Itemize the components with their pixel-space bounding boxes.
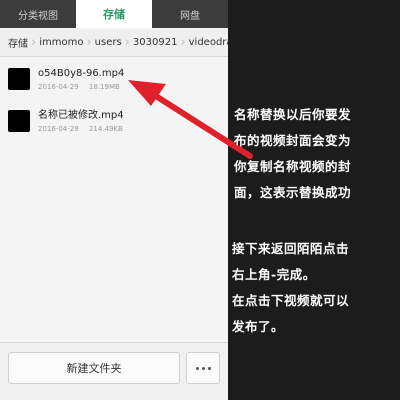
instruction-paragraph-2: 接下来返回陌陌点击 右上角-完成。 在点击下视频就可以 发布了。 [232,236,398,340]
file-size: 18.19MB [88,82,120,91]
tab-storage[interactable]: 存储 [76,0,152,28]
file-row[interactable]: o54B0y8-96.mp4 2016-04-29 18.19MB [0,58,228,100]
breadcrumb-label: 存储 [8,39,28,50]
instruction-paragraph-1: 名称替换以后你要发 布的视频封面会变为 你复制名称视频的封 面，这表示替换成功 [234,102,398,206]
instruction-line: 接下来返回陌陌点击 [232,241,350,256]
file-name: o54B0y8-96.mp4 [38,67,125,79]
instruction-line: 右上角-完成。 [232,267,316,282]
chevron-right-icon: › [124,35,130,50]
tab-bar: 分类视图 存储 网盘 [0,0,228,28]
more-dots-icon [207,366,211,370]
chevron-right-icon: › [86,35,92,50]
bottom-action-bar: 新建文件夹 [0,342,228,400]
file-date: 2016-04-29 [38,82,79,91]
video-thumbnail [8,110,30,132]
tab-category-view[interactable]: 分类视图 [0,0,76,28]
instruction-line: 布的视频封面会变为 [234,133,352,148]
chevron-right-icon: › [31,35,37,50]
file-details: 2016-04-29 214.49KB [38,124,124,134]
breadcrumb-item-3030921[interactable]: 3030921 › [131,36,187,49]
file-manager-screen: 分类视图 存储 网盘 存储 › immomo › users › 3030921… [0,0,228,400]
file-row[interactable]: 名称已被修改.mp4 2016-04-29 214.49KB [0,100,228,142]
new-folder-button[interactable]: 新建文件夹 [8,352,180,384]
instruction-line: 发布了。 [232,319,285,334]
file-size: 214.49KB [88,124,123,133]
breadcrumb-item-users[interactable]: users › [93,36,131,49]
file-meta: o54B0y8-96.mp4 2016-04-29 18.19MB [38,67,124,92]
breadcrumb: 存储 › immomo › users › 3030921 › videodra… [0,29,228,57]
instruction-line: 面，这表示替换成功 [234,185,352,200]
more-dots-icon [201,366,205,370]
file-details: 2016-04-29 18.19MB [38,82,124,92]
breadcrumb-label: 3030921 [132,37,178,48]
file-meta: 名称已被修改.mp4 2016-04-29 214.49KB [38,109,124,134]
breadcrumb-item-immomo[interactable]: immomo › [37,36,92,49]
file-list: o54B0y8-96.mp4 2016-04-29 18.19MB 名称已被修改… [0,58,228,142]
breadcrumb-item-videodraft[interactable]: videodraft [187,37,228,48]
file-date: 2016-04-29 [38,124,79,133]
file-name: 名称已被修改.mp4 [38,109,124,121]
breadcrumb-label: users [94,37,122,48]
breadcrumb-item-storage[interactable]: 存储 › [6,35,37,50]
breadcrumb-label: videodraft [188,37,228,48]
tab-cloud-drive[interactable]: 网盘 [152,0,228,28]
video-thumbnail [8,68,30,90]
instruction-line: 在点击下视频就可以 [232,293,350,308]
instruction-line: 你复制名称视频的封 [234,159,352,174]
breadcrumb-label: immomo [39,37,84,48]
more-dots-icon [195,366,199,370]
more-options-button[interactable] [186,352,220,384]
instruction-line: 名称替换以后你要发 [234,107,352,122]
chevron-right-icon: › [180,35,186,50]
